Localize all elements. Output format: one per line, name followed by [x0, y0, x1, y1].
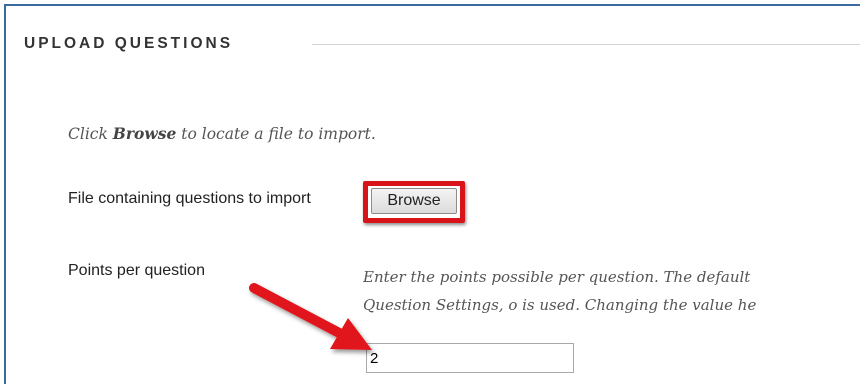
- points-help-line-1: Enter the points possible per question. …: [363, 268, 751, 286]
- points-help-text: Enter the points possible per question. …: [363, 263, 860, 319]
- title-divider: [312, 44, 860, 45]
- instructions-text: Click Browse to locate a file to import.: [68, 124, 376, 143]
- section-title: UPLOAD QUESTIONS: [24, 35, 234, 52]
- file-field-label: File containing questions to import: [68, 190, 311, 207]
- instructions-suffix: to locate a file to import.: [176, 125, 376, 143]
- instructions-bold: Browse: [112, 124, 177, 143]
- points-help-line-2: Question Settings, o is used. Changing t…: [363, 296, 757, 314]
- points-per-question-input[interactable]: [366, 343, 574, 373]
- points-field-label: Points per question: [68, 262, 205, 279]
- browse-button[interactable]: Browse: [371, 188, 457, 214]
- instructions-prefix: Click: [68, 125, 113, 143]
